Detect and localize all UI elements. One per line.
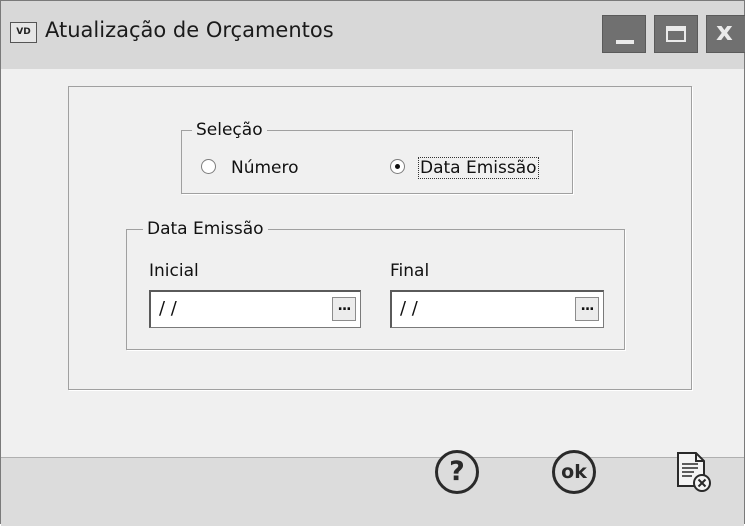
maximize-button[interactable]: [654, 15, 698, 53]
maximize-icon: [666, 26, 686, 42]
radio-numero[interactable]: [201, 159, 216, 174]
footer-toolbar: [1, 457, 744, 526]
window-title: Atualização de Orçamentos: [45, 18, 334, 42]
data-emissao-legend: Data Emissão: [143, 219, 268, 239]
inicial-date-picker-button[interactable]: ...: [332, 297, 356, 321]
final-date-picker-button[interactable]: ...: [575, 297, 599, 321]
app-icon-text: VD: [16, 27, 31, 37]
app-icon[interactable]: VD: [10, 22, 37, 43]
close-button[interactable]: x: [706, 15, 745, 53]
minimize-button[interactable]: [602, 15, 646, 53]
ok-icon[interactable]: ok: [552, 450, 596, 494]
minimize-icon: [616, 40, 634, 44]
final-date-field[interactable]: / / ...: [390, 290, 604, 328]
radio-data-emissao[interactable]: [390, 159, 405, 174]
final-label: Final: [390, 261, 430, 281]
title-bar[interactable]: VD Atualização de Orçamentos x: [1, 1, 745, 69]
ellipsis-icon: ...: [580, 298, 595, 314]
window: VD Atualização de Orçamentos x Seleção N…: [0, 0, 745, 526]
final-date-value[interactable]: / /: [400, 299, 418, 319]
ellipsis-icon: ...: [337, 298, 352, 314]
inicial-date-value[interactable]: / /: [159, 299, 177, 319]
radio-numero-label[interactable]: Número: [231, 158, 299, 178]
inicial-date-field[interactable]: / / ...: [149, 290, 361, 328]
close-icon: x: [716, 17, 733, 47]
inicial-label: Inicial: [149, 261, 199, 281]
help-icon[interactable]: ?: [435, 450, 479, 494]
cancel-document-icon[interactable]: [670, 450, 714, 494]
radio-data-emissao-label[interactable]: Data Emissão: [418, 157, 539, 179]
selection-legend: Seleção: [192, 120, 267, 140]
